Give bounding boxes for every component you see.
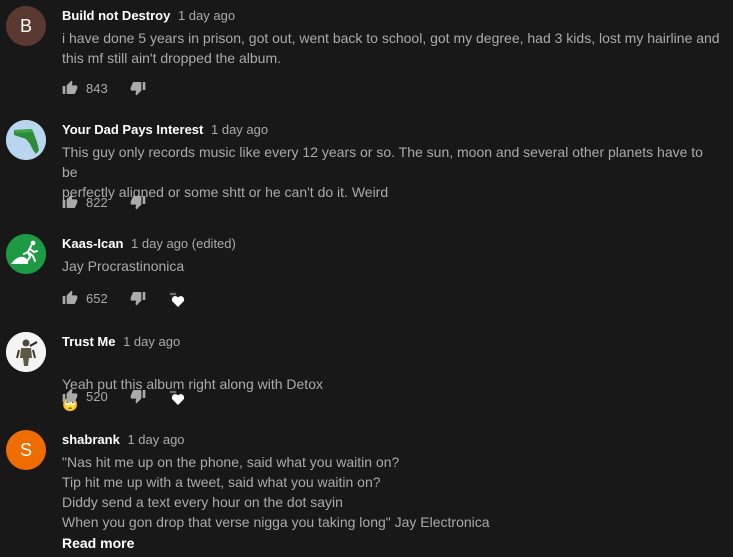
avatar-letter: B bbox=[19, 15, 32, 36]
comment-actions: 652 bbox=[62, 288, 186, 308]
like-count: 843 bbox=[86, 80, 108, 96]
soldier-figure-icon bbox=[6, 332, 46, 372]
like-count: 520 bbox=[86, 388, 108, 404]
thumb-up-icon[interactable] bbox=[62, 80, 78, 96]
thumb-down-icon[interactable] bbox=[130, 290, 146, 306]
comment-actions: 843 bbox=[62, 78, 146, 98]
read-more-link[interactable]: Read more bbox=[62, 535, 134, 551]
creator-heart-icon[interactable] bbox=[166, 386, 186, 406]
thumb-up-icon[interactable] bbox=[62, 388, 78, 404]
comment-actions: 822 bbox=[62, 192, 146, 212]
comment-header: shabrank 1 day ago bbox=[62, 432, 185, 448]
author-name[interactable]: Your Dad Pays Interest bbox=[62, 122, 203, 137]
author-name[interactable]: Build not Destroy bbox=[62, 8, 170, 23]
author-name[interactable]: Kaas-Ican bbox=[62, 236, 123, 251]
comment-time[interactable]: 1 day ago bbox=[211, 122, 268, 137]
avatar[interactable]: B bbox=[6, 6, 46, 46]
comment-header: Trust Me 1 day ago bbox=[62, 334, 180, 350]
thumb-down-icon[interactable] bbox=[130, 194, 146, 210]
thumb-up-icon[interactable] bbox=[62, 290, 78, 306]
avatar[interactable] bbox=[6, 120, 46, 160]
comment-text: "Nas hit me up on the phone, said what y… bbox=[62, 454, 490, 530]
thumb-down-icon[interactable] bbox=[130, 80, 146, 96]
avatar[interactable]: S bbox=[6, 430, 46, 470]
like-count: 652 bbox=[86, 290, 108, 306]
comment-text: This guy only records music like every 1… bbox=[62, 144, 703, 200]
comment-header: Your Dad Pays Interest 1 day ago bbox=[62, 122, 268, 138]
exit-sign-icon bbox=[6, 234, 46, 274]
avatar[interactable] bbox=[6, 332, 46, 372]
comment-time[interactable]: 1 day ago bbox=[178, 8, 235, 23]
avatar[interactable] bbox=[6, 234, 46, 274]
author-name[interactable]: shabrank bbox=[62, 432, 120, 447]
avatar-letter: S bbox=[19, 439, 32, 460]
creator-heart-icon[interactable] bbox=[166, 288, 186, 308]
comment-time[interactable]: 1 day ago bbox=[123, 334, 180, 349]
comment-time[interactable]: 1 day ago bbox=[127, 432, 184, 447]
florida-map-icon bbox=[6, 120, 46, 160]
like-count: 822 bbox=[86, 194, 108, 210]
comment-text: Jay Procrastinonica bbox=[62, 258, 185, 274]
comment-time[interactable]: 1 day ago (edited) bbox=[131, 236, 236, 251]
comment-header: Kaas-Ican 1 day ago (edited) bbox=[62, 236, 236, 252]
comment-text: i have done 5 years in prison, got out, … bbox=[62, 30, 720, 66]
comment-header: Build not Destroy 1 day ago bbox=[62, 8, 235, 24]
thumb-down-icon[interactable] bbox=[130, 388, 146, 404]
comment-actions: 520 bbox=[62, 386, 186, 406]
author-name[interactable]: Trust Me bbox=[62, 334, 115, 349]
thumb-up-icon[interactable] bbox=[62, 194, 78, 210]
